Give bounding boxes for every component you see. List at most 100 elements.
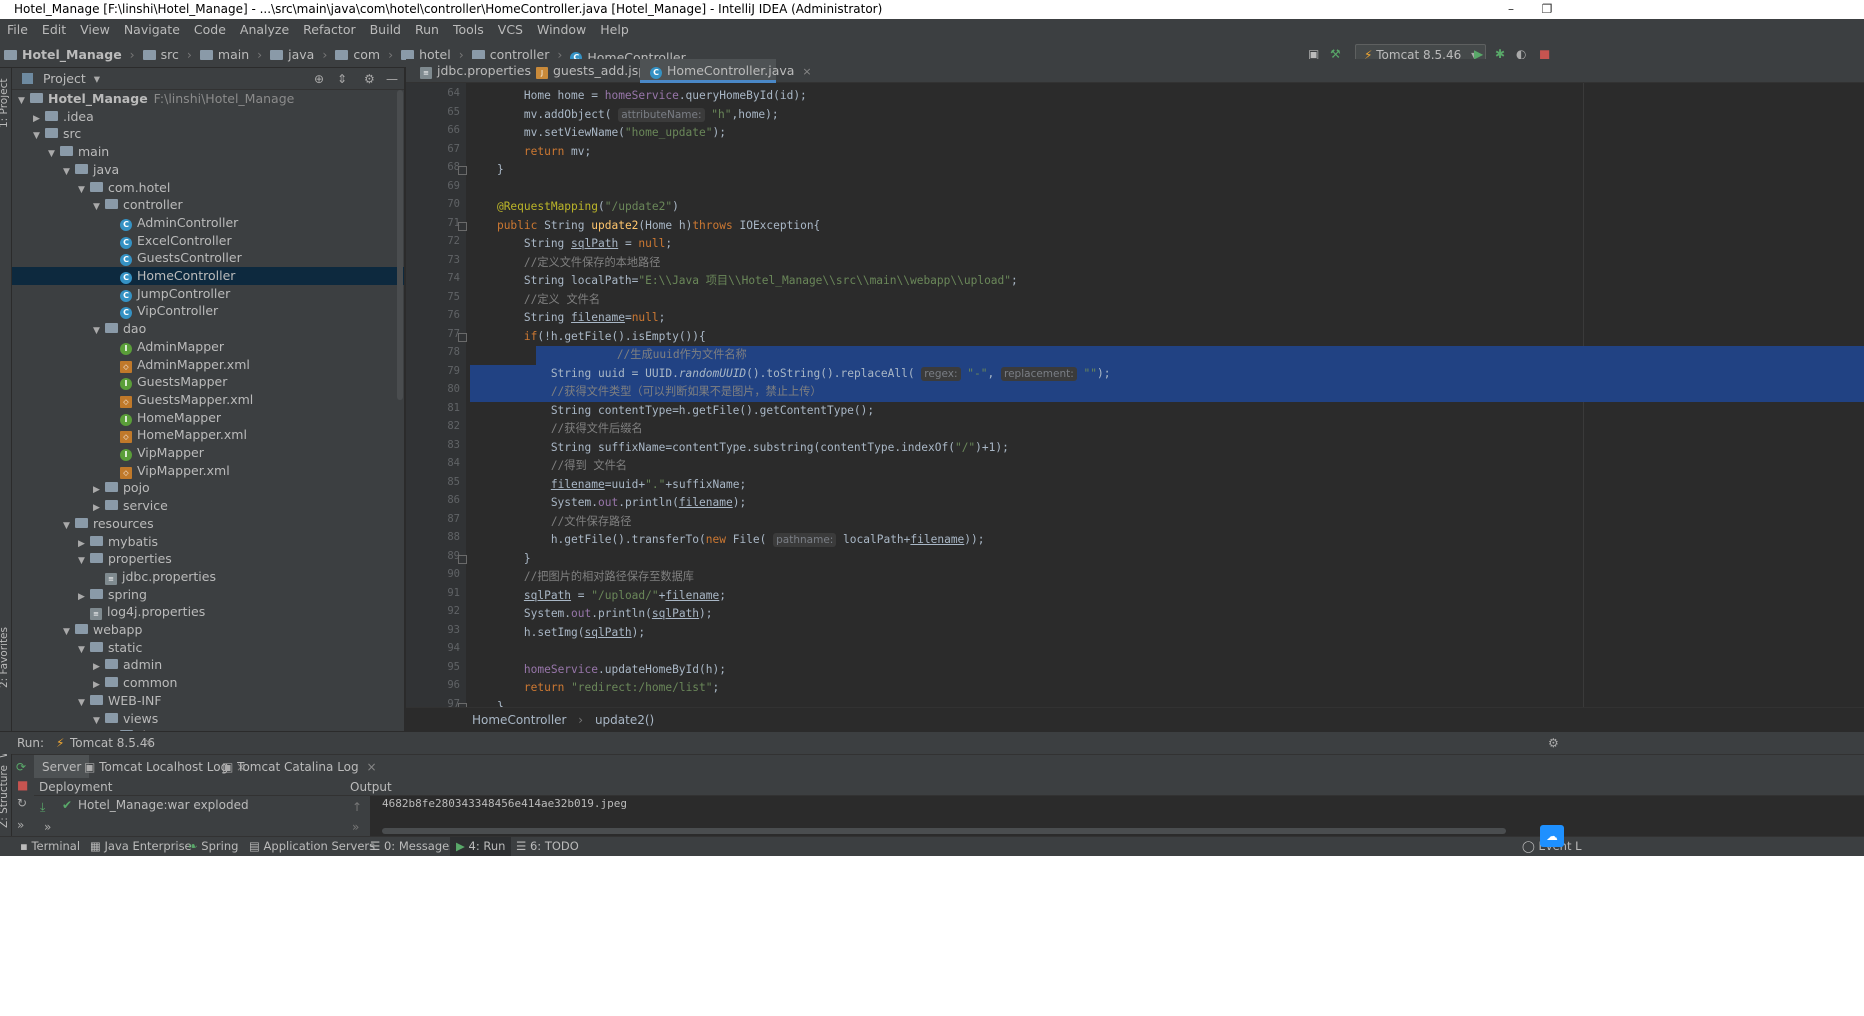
tree-item[interactable]: ▼ main bbox=[12, 143, 404, 161]
tree-item[interactable]: ▶ common bbox=[12, 674, 404, 692]
menu-item-build[interactable]: Build bbox=[363, 22, 408, 37]
code-line[interactable]: @RequestMapping("/update2") bbox=[470, 198, 1864, 217]
menu-item-run[interactable]: Run bbox=[408, 22, 446, 37]
more-icon[interactable]: » bbox=[352, 820, 359, 834]
rerun-icon[interactable]: ⟳ bbox=[16, 755, 26, 779]
deployment-item[interactable]: Hotel_Manage:war exploded bbox=[78, 798, 249, 812]
code-line[interactable]: h.getFile().transferTo(new File( pathnam… bbox=[470, 531, 1864, 550]
tree-item[interactable]: I GuestsMapper bbox=[12, 373, 404, 391]
menu-item-view[interactable]: View bbox=[73, 22, 117, 37]
code-line[interactable]: } bbox=[470, 550, 1864, 569]
project-panel-title[interactable]: Project bbox=[43, 71, 86, 86]
cloud-icon[interactable]: ☁ bbox=[1540, 825, 1564, 847]
code-line[interactable]: h.setImg(sqlPath); bbox=[470, 624, 1864, 643]
code-line[interactable]: //生成uuid作为文件名称 bbox=[536, 346, 1864, 365]
gear-icon[interactable]: ⚙ bbox=[1548, 732, 1559, 754]
breadcrumb-item[interactable]: Hotel_Manage › bbox=[4, 41, 135, 68]
code-line[interactable]: String localPath="E:\\Java 项目\\Hotel_Man… bbox=[470, 272, 1864, 291]
menu-item-edit[interactable]: Edit bbox=[35, 22, 73, 37]
tree-item[interactable]: ▶ mybatis bbox=[12, 533, 404, 551]
menu-item-vcs[interactable]: VCS bbox=[491, 22, 530, 37]
tree-item[interactable]: ◇ GuestsMapper.xml bbox=[12, 391, 404, 409]
more-icon[interactable]: » bbox=[17, 818, 24, 832]
breadcrumb-item[interactable]: src › bbox=[142, 41, 192, 68]
menu-item-code[interactable]: Code bbox=[187, 22, 233, 37]
editor-tab[interactable]: Jguests_add.jsp× bbox=[526, 59, 663, 83]
tree-item[interactable]: ◇ AdminMapper.xml bbox=[12, 356, 404, 374]
code-line[interactable] bbox=[470, 180, 1864, 199]
project-tool-tab[interactable]: 1: Project bbox=[0, 79, 10, 128]
editor-breadcrumb-method[interactable]: update2() bbox=[595, 713, 654, 727]
code-line[interactable]: Home home = homeService.queryHomeById(id… bbox=[470, 87, 1864, 106]
gear-icon[interactable]: ⚙ bbox=[364, 68, 375, 90]
chevron-down-icon[interactable]: ▾ bbox=[94, 71, 100, 86]
messages-tab[interactable]: ☰ 0: Messages bbox=[370, 837, 455, 856]
tree-item[interactable]: ▶ pojo bbox=[12, 479, 404, 497]
code-line[interactable]: homeService.updateHomeById(h); bbox=[470, 661, 1864, 680]
tab-server[interactable]: Server bbox=[34, 755, 90, 779]
tree-item[interactable]: ▼ com.hotel bbox=[12, 179, 404, 197]
tree-item[interactable]: I VipMapper bbox=[12, 444, 404, 462]
run-tab[interactable]: ▶ 4: Run bbox=[450, 837, 512, 856]
tree-item[interactable]: ▼ views bbox=[12, 710, 404, 728]
code-line[interactable]: //获得文件后缀名 bbox=[470, 420, 1864, 439]
output-console[interactable]: 4682b8fe280343348456e414ae32b019.jpeg bbox=[370, 796, 1864, 836]
code-line[interactable]: return "redirect:/home/list"; bbox=[470, 679, 1864, 698]
run-config-tab[interactable]: Tomcat 8.5.46 bbox=[70, 732, 155, 754]
more-icon[interactable]: » bbox=[44, 820, 51, 834]
tree-item[interactable]: C HomeController bbox=[12, 267, 404, 285]
code-line[interactable]: //把图片的相对路径保存至数据库 bbox=[470, 568, 1864, 587]
close-icon[interactable]: × bbox=[366, 760, 376, 774]
code-line[interactable]: return mv; bbox=[470, 143, 1864, 162]
code-line[interactable]: //定义文件保存的本地路径 bbox=[470, 254, 1864, 273]
tree-item[interactable]: ◇ HomeMapper.xml bbox=[12, 426, 404, 444]
hide-icon[interactable]: — bbox=[386, 68, 398, 90]
code-line[interactable]: mv.addObject( attributeName: "h",home); bbox=[470, 106, 1864, 125]
tree-item[interactable]: ▼ properties bbox=[12, 550, 404, 568]
code-line[interactable]: String contentType=h.getFile().getConten… bbox=[470, 402, 1864, 421]
tree-item[interactable]: ◇ VipMapper.xml bbox=[12, 462, 404, 480]
tree-item[interactable]: ▼ dao bbox=[12, 320, 404, 338]
tree-item[interactable]: ▼ src bbox=[12, 125, 404, 143]
java-enterprise-tab[interactable]: ▦ Java Enterprise bbox=[90, 837, 192, 856]
menu-item-tools[interactable]: Tools bbox=[446, 22, 491, 37]
tree-item[interactable]: ▼ Hotel_Manage F:\linshi\Hotel_Manage bbox=[12, 90, 404, 108]
tree-item[interactable]: ▼ static bbox=[12, 639, 404, 657]
code-line[interactable]: String suffixName=contentType.substring(… bbox=[470, 439, 1864, 458]
tree-item[interactable]: ▶ admin bbox=[12, 656, 404, 674]
output-scrollbar[interactable] bbox=[382, 828, 1506, 834]
tree-item[interactable]: ▼ controller bbox=[12, 196, 404, 214]
tree-item[interactable]: ▼ java bbox=[12, 161, 404, 179]
structure-tool-tab[interactable]: Z: Structure bbox=[0, 765, 10, 828]
breadcrumb-item[interactable]: java › bbox=[270, 41, 327, 68]
code-area[interactable]: Home home = homeService.queryHomeById(id… bbox=[470, 83, 1864, 713]
locate-icon[interactable]: ⊕ bbox=[314, 68, 324, 90]
menu-item-refactor[interactable]: Refactor bbox=[296, 22, 362, 37]
tree-item[interactable]: ≡ log4j.properties bbox=[12, 603, 404, 621]
tree-item[interactable]: C AdminController bbox=[12, 214, 404, 232]
tree-item[interactable]: I HomeMapper bbox=[12, 409, 404, 427]
stop-icon[interactable]: ■ bbox=[17, 778, 28, 792]
code-line[interactable]: String sqlPath = null; bbox=[470, 235, 1864, 254]
editor-tab[interactable]: ≡jdbc.properties× bbox=[410, 59, 548, 83]
code-line[interactable]: System.out.println(filename); bbox=[470, 494, 1864, 513]
tree-item[interactable]: ▼ webapp bbox=[12, 621, 404, 639]
deploy-icon[interactable]: ⤓ bbox=[40, 800, 45, 815]
tree-item[interactable]: C VipController bbox=[12, 302, 404, 320]
fold-marker-icon[interactable] bbox=[458, 166, 467, 175]
code-line[interactable]: if(!h.getFile().isEmpty()){ bbox=[470, 328, 1864, 347]
tree-item[interactable]: C JumpController bbox=[12, 285, 404, 303]
menu-item-navigate[interactable]: Navigate bbox=[117, 22, 187, 37]
code-line[interactable]: sqlPath = "/upload/"+filename; bbox=[470, 587, 1864, 606]
application-servers-tab[interactable]: ▤ Application Servers bbox=[249, 837, 375, 856]
fold-marker-icon[interactable] bbox=[458, 554, 467, 564]
tree-item[interactable]: ≡ jdbc.properties bbox=[12, 568, 404, 586]
code-line[interactable]: String uuid = UUID.randomUUID().toString… bbox=[470, 364, 1864, 383]
tree-item[interactable]: C GuestsController bbox=[12, 249, 404, 267]
menu-item-help[interactable]: Help bbox=[593, 22, 636, 37]
fold-marker-icon[interactable] bbox=[458, 221, 467, 231]
menu-item-analyze[interactable]: Analyze bbox=[233, 22, 296, 37]
tree-item[interactable]: ▼ resources bbox=[12, 515, 404, 533]
favorites-tool-tab[interactable]: 2: Favorites bbox=[0, 627, 10, 688]
code-line[interactable]: //得到 文件名 bbox=[470, 457, 1864, 476]
